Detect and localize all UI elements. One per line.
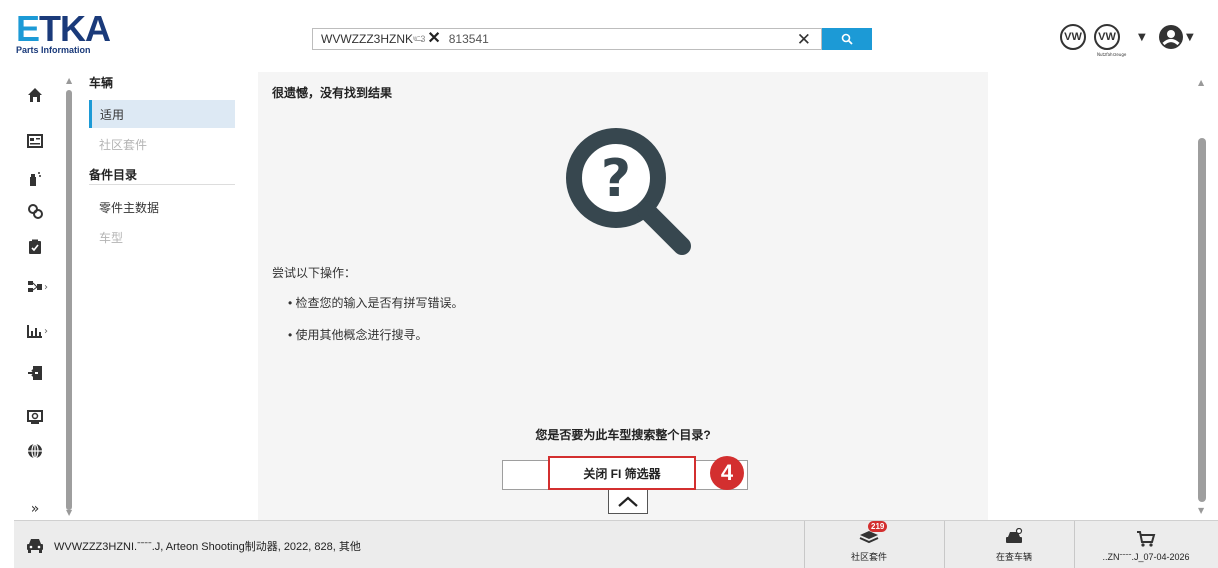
home-icon[interactable] [26,86,44,104]
car-icon [27,539,43,553]
vin-search-chip[interactable]: WVWZZZ3HZNK ʷ̶̶̶ˉ̶3 ✕ [313,31,441,47]
shopping-cart-icon [1137,530,1156,547]
detail-panel [988,72,1200,520]
rail-scroll-up-icon[interactable]: ▲ [66,76,72,85]
user-account-icon[interactable] [1158,24,1184,50]
app-header: ETKA Parts Information WVWZZZ3HZNK ʷ̶̶̶ˉ… [0,0,1218,72]
organization-icon[interactable] [26,278,44,296]
clipboard-check-icon[interactable] [26,238,44,256]
vw-brand-icon[interactable]: VW [1060,24,1086,50]
search-whole-catalog-question: 您是否要为此车型搜索整个目录? [535,428,711,442]
remove-chip-icon[interactable]: ✕ [427,31,440,47]
vehicle-in-service-button[interactable]: 在查车辆 [954,521,1074,568]
etka-logo[interactable]: ETKA Parts Information [16,11,111,56]
try-actions-heading: 尝试以下操作： [272,266,357,280]
import-icon[interactable] [26,364,44,382]
monitor-search-icon[interactable] [26,408,44,426]
expand-organization-icon[interactable]: › [44,282,48,293]
search-bar[interactable]: WVWZZZ3HZNK ʷ̶̶̶ˉ̶3 ✕ 813541 ✕ [312,28,822,50]
rail-scroll-down-icon[interactable]: ▼ [66,508,72,517]
footer-divider [944,521,945,568]
car-search-icon [1006,528,1023,543]
rail-scrollbar[interactable] [66,90,72,510]
search-input[interactable]: 813541 [449,32,489,46]
community-kits-button[interactable]: 219 社区套件 [814,521,924,568]
section-title-parts-catalog: 备件目录 [89,168,138,182]
globe-icon[interactable] [26,442,44,460]
no-results-magnifier-icon: ? [566,128,691,255]
main-scrollbar[interactable] [1198,138,1206,502]
status-bar: WVWZZZ3HZNI.ˉˉˉˉ.J, Arteon Shooting制动器, … [14,520,1218,568]
parts-icon[interactable] [26,202,44,220]
catalog-icon[interactable] [26,132,44,150]
community-kits-count-badge: 219 [868,521,888,532]
close-fi-filter-button[interactable]: 关闭 FI 筛选器 [548,456,696,490]
sidebar-item-part-master-data[interactable]: 零件主数据 [89,193,235,221]
sidebar-item-applicable[interactable]: 适用 [89,100,235,128]
step-number-badge: 4 [710,456,744,490]
footer-divider [1074,521,1075,568]
expand-statistics-icon[interactable]: › [44,326,48,337]
svg-text:?: ? [601,149,631,209]
expand-rail-icon[interactable]: » [26,500,44,518]
spray-icon[interactable] [26,170,44,188]
scroll-up-icon[interactable]: ▲ [1198,78,1204,87]
section-title-vehicle: 车辆 [89,76,114,90]
sidebar-item-model: 车型 [99,230,124,245]
shopping-cart-button[interactable]: ..ZNˉˉˉˉ.J_07-04-2026 [1080,521,1212,568]
scroll-down-icon[interactable]: ▼ [1198,506,1204,515]
tip-list-item: • 检查您的输入是否有拼写错误。 [288,296,464,310]
brand-dropdown-icon[interactable]: ▼ [1138,32,1146,43]
vw-commercial-brand-icon[interactable]: VW [1094,24,1120,50]
chevron-up-icon [618,496,638,507]
results-panel: 很遗憾，没有找到结果 ? 尝试以下操作： • 检查您的输入是否有拼写错误。 • … [258,72,988,520]
search-button[interactable] [822,28,872,50]
section-divider [89,184,235,185]
tip-list-item: • 使用其他概念进行搜寻。 [288,328,428,342]
sidebar-item-community-kits: 社区套件 [99,137,148,152]
collapse-button[interactable] [608,490,648,514]
icon-rail: ▲ › › » ▼ [14,72,76,520]
current-vehicle-info[interactable]: WVWZZZ3HZNI.ˉˉˉˉ.J, Arteon Shooting制动器, … [54,538,361,554]
footer-divider [804,521,805,568]
statistics-icon[interactable] [26,322,44,340]
user-dropdown-icon[interactable]: ▼ [1186,32,1194,43]
filter-sidebar: 车辆 适用 社区套件 备件目录 零件主数据 车型 [76,72,258,520]
no-results-message: 很遗憾，没有找到结果 [272,86,393,100]
clear-search-icon[interactable]: ✕ [797,30,811,50]
search-icon [841,33,853,45]
brand-subtitle: Nutzfahrzeuge [1097,52,1127,57]
